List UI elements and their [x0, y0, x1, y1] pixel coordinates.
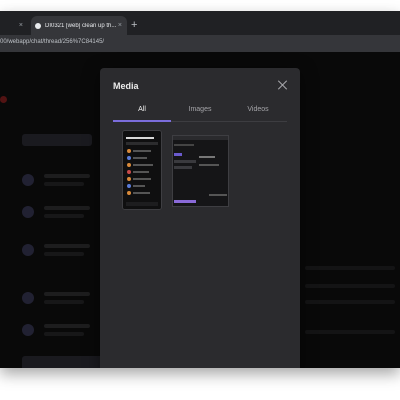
address-bar[interactable]: 00/webapp/chat/thread/256%7C84145/ [0, 35, 400, 52]
tab-title: DI0321 [web] clean up th... [45, 22, 117, 29]
browser-tab-2[interactable]: DI0321 [web] clean up th... × [31, 16, 127, 35]
favicon-icon [35, 22, 41, 29]
media-thumbnail-desktop[interactable] [172, 135, 229, 207]
phone-screenshot-thumbnail-icon [123, 131, 161, 209]
media-thumbnail-phone[interactable] [122, 130, 162, 210]
tab-images[interactable]: Images [171, 105, 229, 121]
desktop-screenshot-thumbnail-icon [173, 136, 228, 206]
tab-videos[interactable]: Videos [229, 105, 287, 121]
close-icon[interactable] [278, 80, 288, 90]
browser-window: × DI0321 [web] clean up th... × + 00/web… [0, 11, 400, 368]
new-tab-button[interactable]: + [131, 18, 137, 32]
close-tab-icon[interactable]: × [118, 22, 122, 29]
media-dialog: Media All Images Videos [100, 68, 300, 368]
tab-all[interactable]: All [113, 105, 171, 122]
url-text[interactable]: 00/webapp/chat/thread/256%7C84145/ [0, 39, 104, 45]
browser-tab-1[interactable]: × [0, 16, 30, 35]
media-tabs: All Images Videos [113, 105, 287, 122]
browser-tab-strip: × DI0321 [web] clean up th... × + [0, 11, 400, 35]
dialog-title: Media [113, 81, 139, 91]
close-tab-icon[interactable]: × [19, 22, 23, 29]
